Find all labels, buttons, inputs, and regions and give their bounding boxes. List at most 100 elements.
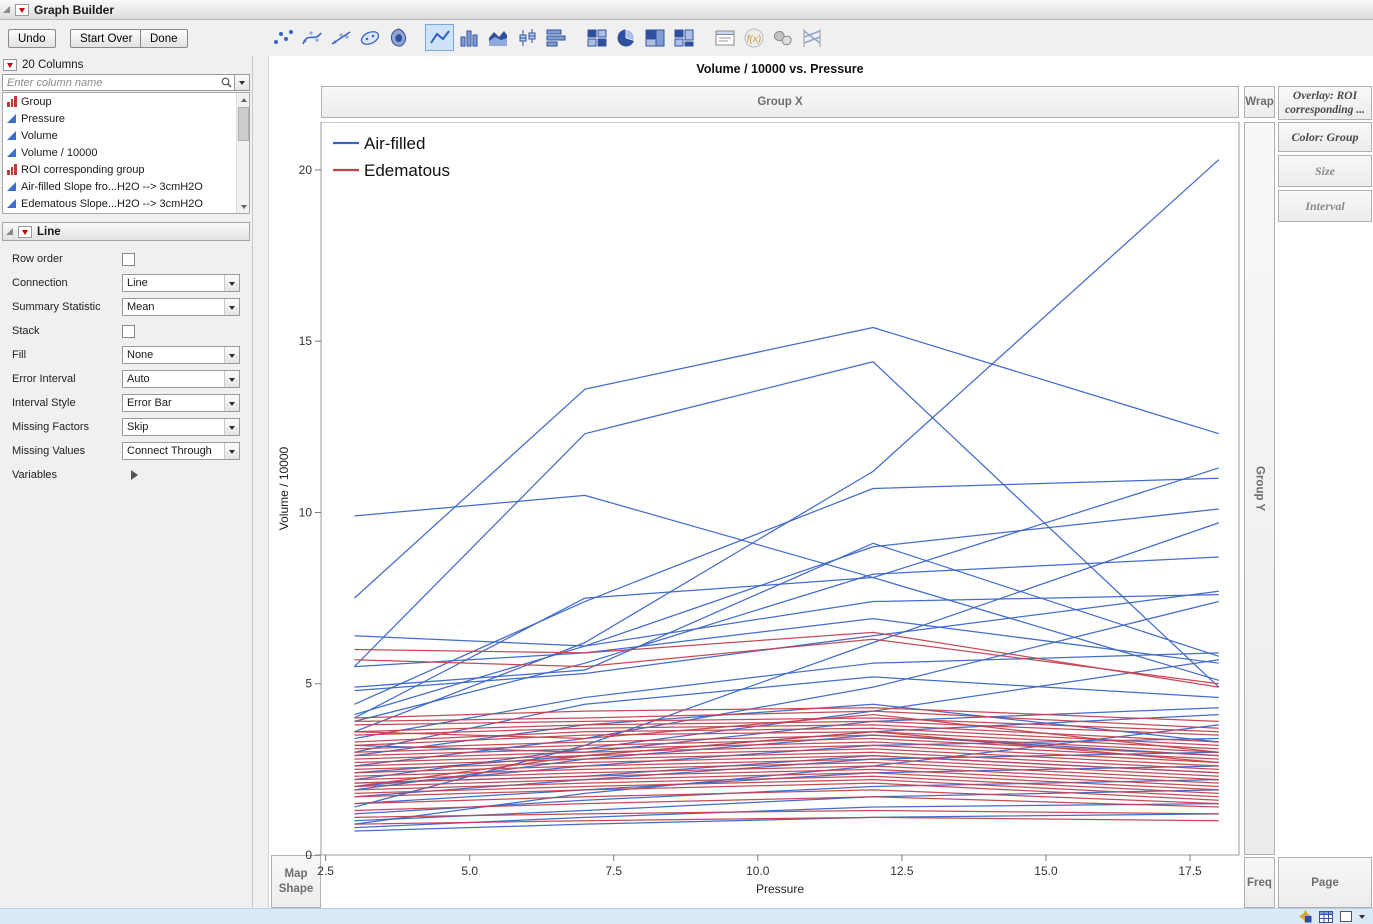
prop-row-connection: Connection Line xyxy=(0,271,252,295)
svg-text:17.5: 17.5 xyxy=(1178,864,1202,878)
continuous-column-icon xyxy=(7,199,16,208)
svg-text:12.5: 12.5 xyxy=(890,864,914,878)
area-element-button[interactable] xyxy=(483,24,512,51)
column-item-volume-10000[interactable]: Volume / 10000 xyxy=(3,144,249,161)
ellipse-element-button[interactable] xyxy=(355,24,384,51)
chevron-down-icon xyxy=(224,299,239,315)
line-red-triangle-icon[interactable] xyxy=(18,226,32,238)
mosaic-element-button[interactable] xyxy=(669,24,698,51)
sidebar: 20 Columns Group Pressure Volume Volume … xyxy=(0,56,253,908)
points-icon xyxy=(271,27,295,49)
error-interval-select[interactable]: Auto xyxy=(122,370,240,388)
treemap-icon xyxy=(643,27,667,49)
interval-drop-zone[interactable]: Interval xyxy=(1278,190,1372,222)
graph-area: Volume / 10000 vs. Pressure Group X Wrap… xyxy=(268,56,1373,908)
missing-factors-value: Skip xyxy=(123,421,224,433)
svg-text:2.5: 2.5 xyxy=(317,864,334,878)
continuous-column-icon xyxy=(7,148,16,157)
column-search-input[interactable] xyxy=(2,74,235,91)
line-chart[interactable]: 051015202.55.07.510.012.515.017.5Volume … xyxy=(276,122,1241,895)
collapse-triangle-icon[interactable] xyxy=(6,228,13,235)
column-item-airfilled-slope[interactable]: Air-filled Slope fro...H2O --> 3cmH2O xyxy=(3,178,249,195)
wrap-drop-zone[interactable]: Wrap xyxy=(1244,86,1275,118)
color-drop-zone[interactable]: Color: Group xyxy=(1278,122,1372,152)
line-panel-header[interactable]: Line xyxy=(2,222,250,241)
column-item-edematous-slope[interactable]: Edematous Slope...H2O --> 3cmH2O xyxy=(3,195,249,212)
svg-text:0: 0 xyxy=(305,848,312,862)
caption-box-element-button[interactable] xyxy=(710,24,739,51)
prop-row-missing-factors: Missing Factors Skip xyxy=(0,415,252,439)
line-element-button[interactable] xyxy=(425,24,454,51)
missing-values-select[interactable]: Connect Through xyxy=(122,442,240,460)
points-element-button[interactable] xyxy=(268,24,297,51)
box-plot-element-button[interactable] xyxy=(512,24,541,51)
columns-panel-header: 20 Columns xyxy=(0,56,252,73)
formula-element-button[interactable]: f(x) xyxy=(739,24,768,51)
fill-value: None xyxy=(123,349,224,361)
interval-style-value: Error Bar xyxy=(123,397,224,409)
group-y-drop-zone[interactable]: Group Y xyxy=(1244,122,1275,855)
pie-icon xyxy=(614,27,638,49)
bar-element-button[interactable] xyxy=(454,24,483,51)
status-checkbox[interactable] xyxy=(1340,911,1352,922)
connection-select[interactable]: Line xyxy=(122,274,240,292)
column-list-scrollbar[interactable] xyxy=(236,93,249,213)
map-shapes-element-button[interactable] xyxy=(768,24,797,51)
column-item-pressure[interactable]: Pressure xyxy=(3,110,249,127)
column-item-roi-group[interactable]: ROI corresponding group xyxy=(3,161,249,178)
done-button[interactable]: Done xyxy=(140,29,188,48)
ellipse-icon xyxy=(358,27,382,49)
contour-element-button[interactable] xyxy=(384,24,413,51)
connection-value: Line xyxy=(123,277,224,289)
overlay-drop-zone[interactable]: Overlay: ROI corresponding ... xyxy=(1278,86,1372,120)
histogram-element-button[interactable] xyxy=(541,24,570,51)
undo-button[interactable]: Undo xyxy=(8,29,56,48)
status-table-icon[interactable] xyxy=(1319,911,1333,923)
fill-select[interactable]: None xyxy=(122,346,240,364)
svg-text:15: 15 xyxy=(299,334,313,348)
page-drop-zone[interactable]: Page xyxy=(1278,857,1372,908)
red-triangle-menu-icon[interactable] xyxy=(15,4,29,16)
group-x-drop-zone[interactable]: Group X xyxy=(321,86,1239,118)
treemap-element-button[interactable] xyxy=(640,24,669,51)
continuous-column-icon xyxy=(7,114,16,123)
scrollbar-thumb[interactable] xyxy=(238,107,249,141)
status-dropdown-icon[interactable] xyxy=(1359,915,1365,922)
start-over-button[interactable]: Start Over xyxy=(70,29,142,48)
line-of-fit-element-button[interactable] xyxy=(326,24,355,51)
size-drop-zone[interactable]: Size xyxy=(1278,155,1372,187)
summary-statistic-select[interactable]: Mean xyxy=(122,298,240,316)
pie-element-button[interactable] xyxy=(611,24,640,51)
outline-disclosure-icon[interactable] xyxy=(3,6,10,13)
row-order-checkbox[interactable] xyxy=(122,253,135,266)
column-item-volume[interactable]: Volume xyxy=(3,127,249,144)
interval-style-select[interactable]: Error Bar xyxy=(122,394,240,412)
mosaic-icon xyxy=(672,27,696,49)
stack-checkbox[interactable] xyxy=(122,325,135,338)
prop-row-summary-statistic: Summary Statistic Mean xyxy=(0,295,252,319)
smoother-element-button[interactable] xyxy=(297,24,326,51)
summary-statistic-label: Summary Statistic xyxy=(12,301,122,313)
heatmap-element-button[interactable] xyxy=(582,24,611,51)
disclosure-right-icon[interactable] xyxy=(131,470,143,480)
error-interval-value: Auto xyxy=(123,373,224,385)
prop-row-row-order: Row order xyxy=(0,247,252,271)
columns-red-triangle-icon[interactable] xyxy=(3,59,17,71)
parallel-plot-icon xyxy=(800,27,824,49)
missing-factors-select[interactable]: Skip xyxy=(122,418,240,436)
search-filter-dropdown[interactable] xyxy=(235,74,250,91)
scroll-down-icon[interactable] xyxy=(237,200,250,213)
scroll-up-icon[interactable] xyxy=(237,93,250,106)
box-plot-icon xyxy=(515,27,539,49)
status-data-icon[interactable] xyxy=(1299,910,1312,923)
continuous-column-icon xyxy=(7,182,16,191)
column-list: Group Pressure Volume Volume / 10000 ROI… xyxy=(2,92,250,214)
plot-area[interactable]: 051015202.55.07.510.012.515.017.5Volume … xyxy=(276,122,1241,895)
parallel-plot-element-button[interactable] xyxy=(797,24,826,51)
line-icon xyxy=(428,27,452,49)
interval-style-label: Interval Style xyxy=(12,397,122,409)
column-item-group[interactable]: Group xyxy=(3,93,249,110)
freq-drop-zone[interactable]: Freq xyxy=(1244,857,1275,908)
column-label: Air-filled Slope fro...H2O --> 3cmH2O xyxy=(21,181,203,193)
svg-text:10.0: 10.0 xyxy=(746,864,770,878)
